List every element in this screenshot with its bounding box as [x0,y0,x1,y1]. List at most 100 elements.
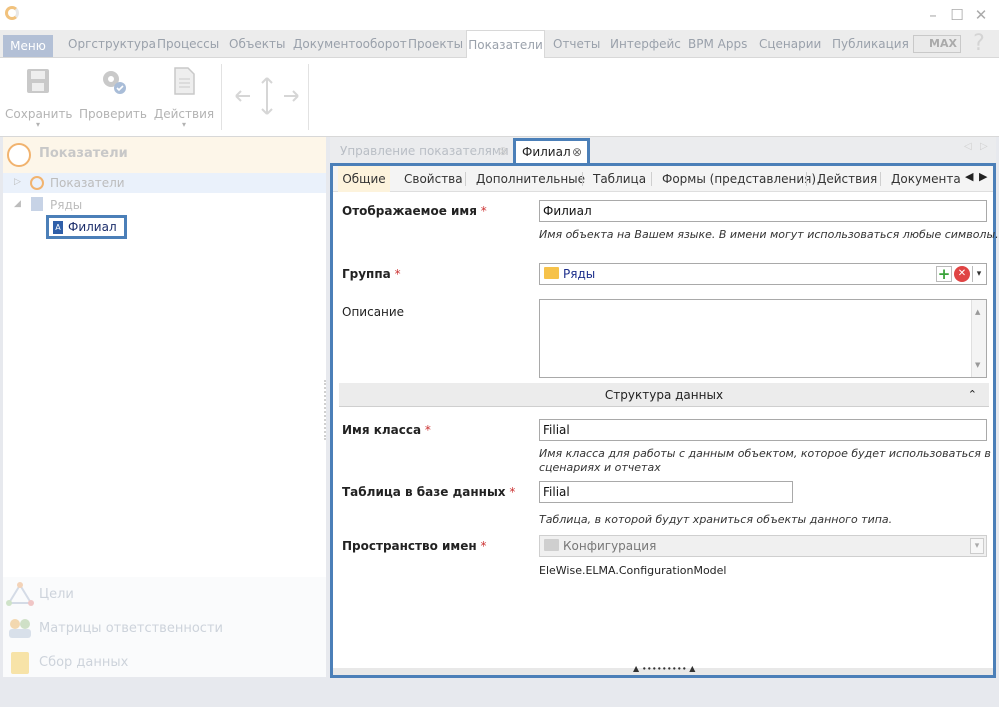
maximize-icon[interactable]: ☐ [946,4,968,26]
tab-objects[interactable]: Объекты [229,30,285,58]
tab-additional[interactable]: Дополнительные [476,166,585,192]
tab-separator [806,172,807,186]
tab-orgstructure[interactable]: Оргструктура [68,30,156,58]
goals-icon [6,582,34,606]
group-value: Ряды [563,267,596,281]
add-icon[interactable]: + [936,266,952,282]
tab-documentation[interactable]: Документац [891,166,961,192]
check-button[interactable]: Проверить [78,62,148,132]
display-name-hint: Имя объекта на Вашем языке. В имени могу… [539,228,999,241]
doc-tab-filial[interactable]: Филиал ⊗ [513,138,590,165]
form-tabs-right-icon[interactable]: ▶ [979,170,987,183]
namespace-value: Конфигурация [563,539,657,553]
actions-button[interactable]: Действия ▾ [153,62,215,132]
tree-node-series[interactable]: Ряды [50,198,82,212]
collapse-section-icon[interactable]: ⌃ [968,383,977,407]
tree-node-selected[interactable]: A Филиал [46,215,127,239]
tab-separator [651,172,652,186]
description-textarea[interactable]: ▲ ▼ [539,299,987,378]
expand-icon[interactable]: ▷ [14,177,21,187]
tab-separator [880,172,881,186]
section-title: Структура данных [604,388,724,402]
data-structure-section[interactable]: Структура данных ⌃ [339,383,989,407]
scroll-up-icon[interactable]: ▲ [975,302,980,322]
indicators-icon [7,143,31,167]
description-scrollbar[interactable]: ▲ ▼ [971,300,986,377]
bottom-splitter[interactable]: ▲ ∙∙∙∙∙∙∙∙∙ ▲ [333,664,993,675]
nav-data-collection[interactable]: Сбор данных [39,655,128,670]
splitter-up-icon[interactable]: ▲ ∙∙∙∙∙∙∙∙∙ ▲ [633,664,695,673]
db-table-input[interactable]: Filial [539,481,793,503]
tab-publication[interactable]: Публикация [832,30,909,58]
edition-badge: MAX [913,35,961,53]
tab-interface[interactable]: Интерфейс [610,30,681,58]
close-tab-icon[interactable]: ⊗ [498,141,508,161]
actions-dropdown-icon: ▾ [181,120,186,129]
tab-processes[interactable]: Процессы [157,30,219,58]
tab-separator [465,172,466,186]
series-node-icon [31,197,43,211]
indicator-node-icon [30,176,44,190]
display-name-label: Отображаемое имя * [342,204,487,218]
class-name-input[interactable]: Filial [539,419,987,441]
tab-scenarios[interactable]: Сценарии [759,30,821,58]
save-dropdown-icon: ▾ [35,120,40,129]
move-arrows-icon[interactable] [232,74,302,118]
folder-icon [544,539,559,551]
class-name-hint-2: сценариях и отчетах [539,461,661,474]
collapse-icon[interactable]: ◢ [14,199,21,209]
nav-matrices[interactable]: Матрицы ответственности [39,621,223,636]
document-icon [174,67,195,95]
tree-node-selected-label: Филиал [68,220,117,234]
status-bar [0,678,999,707]
doc-tab-label: Филиал [522,145,571,159]
db-table-label: Таблица в базе данных * [342,485,516,499]
left-panel-title: Показатели [39,146,128,161]
tab-properties[interactable]: Свойства [404,166,463,192]
tab-forms[interactable]: Формы (представления) [662,166,816,192]
tab-separator [582,172,583,186]
tab-reports[interactable]: Отчеты [553,30,600,58]
remove-icon[interactable]: ✕ [954,266,970,282]
object-node-icon: A [53,221,63,234]
panel-splitter[interactable] [324,380,328,440]
menu-button[interactable]: Меню [3,35,53,57]
save-icon [27,69,49,93]
namespace-select[interactable]: Конфигурация ▾ [539,535,987,557]
namespace-full: EleWise.ELMA.ConfigurationModel [539,564,727,577]
folder-icon [544,267,559,279]
group-input[interactable]: Ряды + ✕ ▾ [539,263,987,285]
matrices-icon [9,619,31,638]
tab-general[interactable]: Общие [338,166,390,192]
display-name-input[interactable]: Филиал [539,200,987,222]
close-tab-icon[interactable]: ⊗ [572,141,582,163]
save-button[interactable]: Сохранить ▾ [5,62,73,132]
description-label: Описание [342,305,405,319]
tab-documents[interactable]: Документооборот [293,30,407,58]
gear-check-icon [103,71,126,94]
tab-projects[interactable]: Проекты [408,30,463,58]
tabs-scroll-left-icon[interactable]: ◁ [964,141,972,152]
help-icon[interactable]: ? [966,30,992,58]
tree-node-indicators[interactable]: Показатели [50,176,125,190]
tab-table[interactable]: Таблица [593,166,646,192]
app-logo-icon [5,6,19,20]
close-window-icon[interactable]: ✕ [970,4,992,26]
tab-actions[interactable]: Действия [817,166,877,192]
doc-tab-label: Управление показателями [340,144,509,158]
nav-goals[interactable]: Цели [39,587,74,602]
tab-bpm-apps[interactable]: BPM Apps [688,30,747,58]
group-label: Группа * [342,267,401,281]
group-dropdown-icon[interactable]: ▾ [972,266,985,282]
ribbon-separator [221,64,222,130]
scroll-down-icon[interactable]: ▼ [975,355,980,375]
tab-indicators[interactable]: Показатели [466,30,545,59]
minimize-icon[interactable]: – [922,4,944,26]
db-table-hint: Таблица, в которой будут храниться объек… [539,513,893,526]
namespace-dropdown-icon[interactable]: ▾ [970,538,984,554]
class-name-label: Имя класса * [342,423,431,437]
ribbon-separator [308,64,309,130]
doc-tab-indicator-management[interactable]: Управление показателями ⊗ [334,141,512,163]
tabs-scroll-right-icon[interactable]: ▷ [980,141,988,152]
form-tabs-left-icon[interactable]: ◀ [965,170,973,183]
